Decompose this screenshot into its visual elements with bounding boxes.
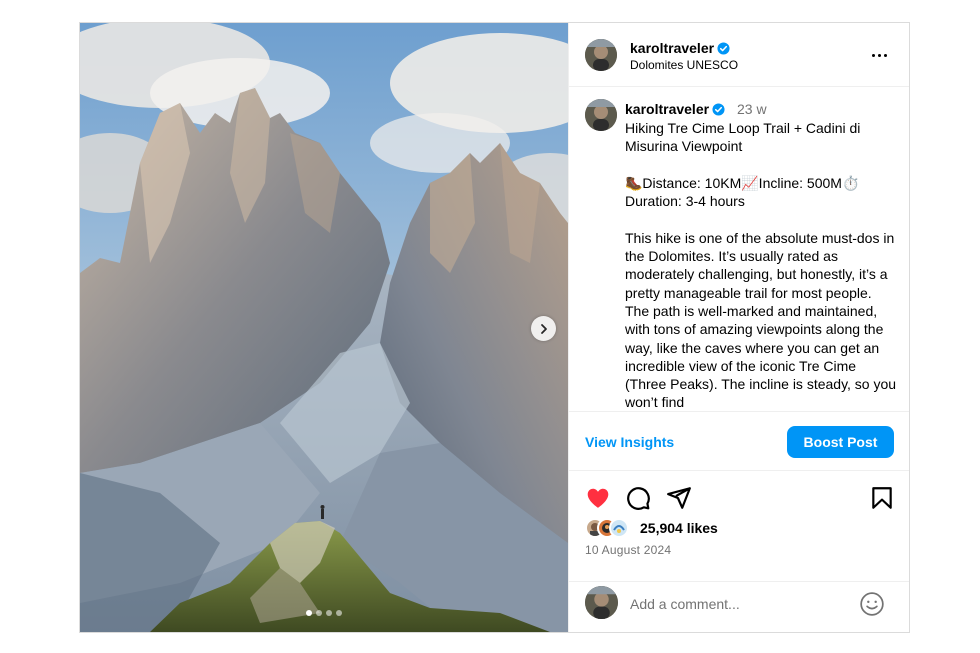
like-button[interactable] [585, 485, 611, 511]
header-username[interactable]: karoltraveler [630, 40, 730, 56]
verified-badge-icon [717, 42, 730, 55]
caption-section: karoltraveler 23 w Hiking Tre Cime Loop … [569, 87, 909, 411]
comment-input[interactable] [630, 594, 850, 614]
carousel-dot [326, 610, 332, 616]
boost-post-button[interactable]: Boost Post [787, 426, 894, 458]
caption-username[interactable]: karoltraveler [625, 101, 725, 117]
caption-text: Hiking Tre Cime Loop Trail + Cadini di M… [625, 119, 897, 411]
avatar [585, 586, 618, 619]
more-options-icon [871, 53, 875, 57]
post-time: 23 w [737, 101, 767, 117]
mountain-photo [80, 23, 568, 632]
post-header: karoltraveler Dolomites UNESCO [569, 23, 909, 87]
avatar[interactable] [585, 99, 617, 131]
paper-plane-icon [667, 487, 691, 509]
avatar[interactable] [585, 39, 617, 71]
verified-badge-icon [712, 103, 725, 116]
username-text[interactable]: karoltraveler [630, 40, 714, 56]
carousel-dot [336, 610, 342, 616]
share-button[interactable] [666, 485, 692, 511]
post-side-panel: karoltraveler Dolomites UNESCO karoltrav… [568, 23, 909, 632]
caption-body: This hike is one of the absolute must-do… [625, 229, 900, 411]
view-insights-link[interactable]: View Insights [585, 434, 674, 450]
comment-bar [569, 581, 909, 632]
avatar [609, 518, 629, 538]
save-button[interactable] [869, 485, 895, 511]
carousel-dot [316, 610, 322, 616]
comment-button[interactable] [625, 485, 651, 511]
location-link[interactable]: Dolomites UNESCO [630, 58, 738, 72]
carousel-dot [306, 610, 312, 616]
chevron-right-icon [540, 323, 547, 334]
smiley-icon [860, 592, 884, 616]
likes-count[interactable]: 25,904 likes [640, 520, 718, 536]
carousel-indicator [80, 610, 568, 616]
post-date: 10 August 2024 [585, 543, 672, 557]
post-media[interactable] [80, 23, 568, 632]
emoji-button[interactable] [859, 591, 885, 617]
more-options-button[interactable] [867, 45, 891, 65]
heart-filled-icon [587, 488, 609, 508]
carousel-next-button[interactable] [531, 316, 556, 341]
caption-title: Hiking Tre Cime Loop Trail + Cadini di M… [625, 120, 865, 155]
liker-avatars[interactable] [585, 518, 635, 538]
post-actions: 25,904 likes 10 August 2024 [569, 471, 909, 581]
instagram-post-modal: karoltraveler Dolomites UNESCO karoltrav… [79, 22, 910, 633]
bookmark-icon [872, 487, 892, 509]
username-text[interactable]: karoltraveler [625, 101, 709, 117]
insights-bar: View Insights Boost Post [569, 411, 909, 471]
comment-bubble-icon [627, 487, 650, 510]
caption-stats: 🥾Distance: 10KM📈Incline: 500M⏱️ Duration… [625, 174, 864, 210]
